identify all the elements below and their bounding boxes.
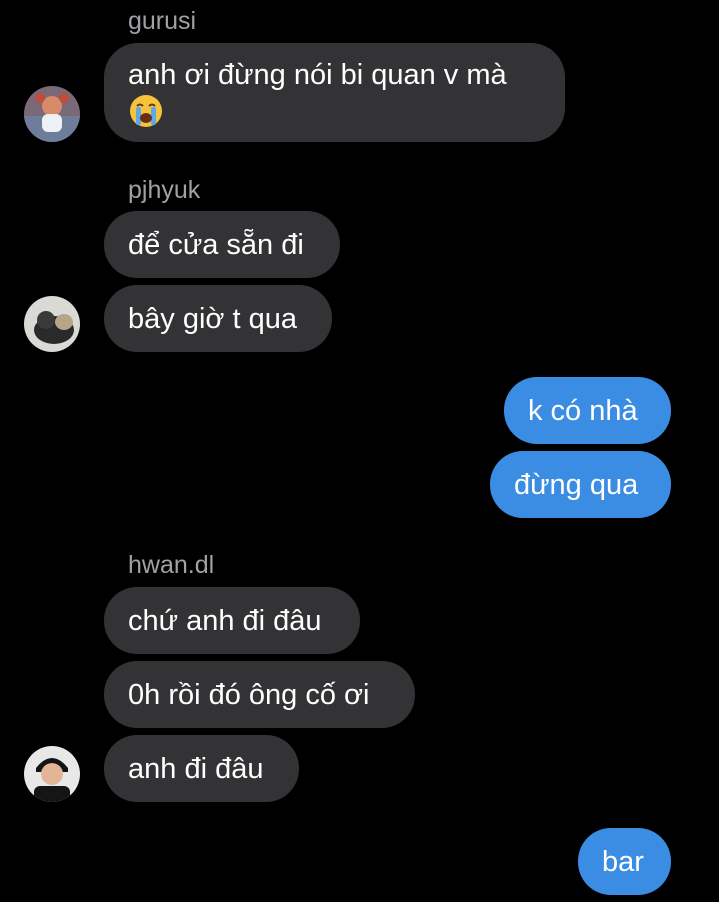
message-bubble-incoming[interactable]: anh ơi đừng nói bi quan v mà <box>104 43 565 142</box>
message-text: k có nhà <box>528 395 638 427</box>
message-bubble-incoming[interactable]: 0h rồi đó ông cố ơi <box>104 661 415 728</box>
message-bubble-outgoing[interactable]: bar <box>578 828 671 895</box>
message-bubble-incoming[interactable]: bây giờ t qua <box>104 285 332 352</box>
message-bubble-incoming[interactable]: chứ anh đi đâu <box>104 587 360 654</box>
message-bubble-outgoing[interactable]: đừng qua <box>490 451 671 518</box>
sender-name: pjhyuk <box>128 176 201 204</box>
avatar-image <box>24 86 80 142</box>
message-text: đừng qua <box>514 469 639 501</box>
sender-name: gurusi <box>128 7 197 35</box>
avatar-image <box>24 746 80 802</box>
message-text: 0h rồi đó ông cố ơi <box>128 679 370 711</box>
avatar[interactable] <box>24 296 80 352</box>
avatar[interactable] <box>24 746 80 802</box>
loudly-crying-face-icon <box>130 95 162 127</box>
message-bubble-incoming[interactable]: để cửa sẵn đi <box>104 211 340 278</box>
sender-name: hwan.dl <box>128 551 215 579</box>
message-text: bar <box>602 846 644 878</box>
message-text: để cửa sẵn đi <box>128 229 304 261</box>
avatar[interactable] <box>24 86 80 142</box>
message-text: anh ơi đừng nói bi quan v mà <box>128 59 507 91</box>
message-text: anh đi đâu <box>128 753 264 785</box>
avatar-image <box>24 296 80 352</box>
message-text: bây giờ t qua <box>128 303 297 335</box>
message-bubble-outgoing[interactable]: k có nhà <box>504 377 671 444</box>
message-text: chứ anh đi đâu <box>128 605 322 637</box>
message-bubble-incoming[interactable]: anh đi đâu <box>104 735 299 802</box>
